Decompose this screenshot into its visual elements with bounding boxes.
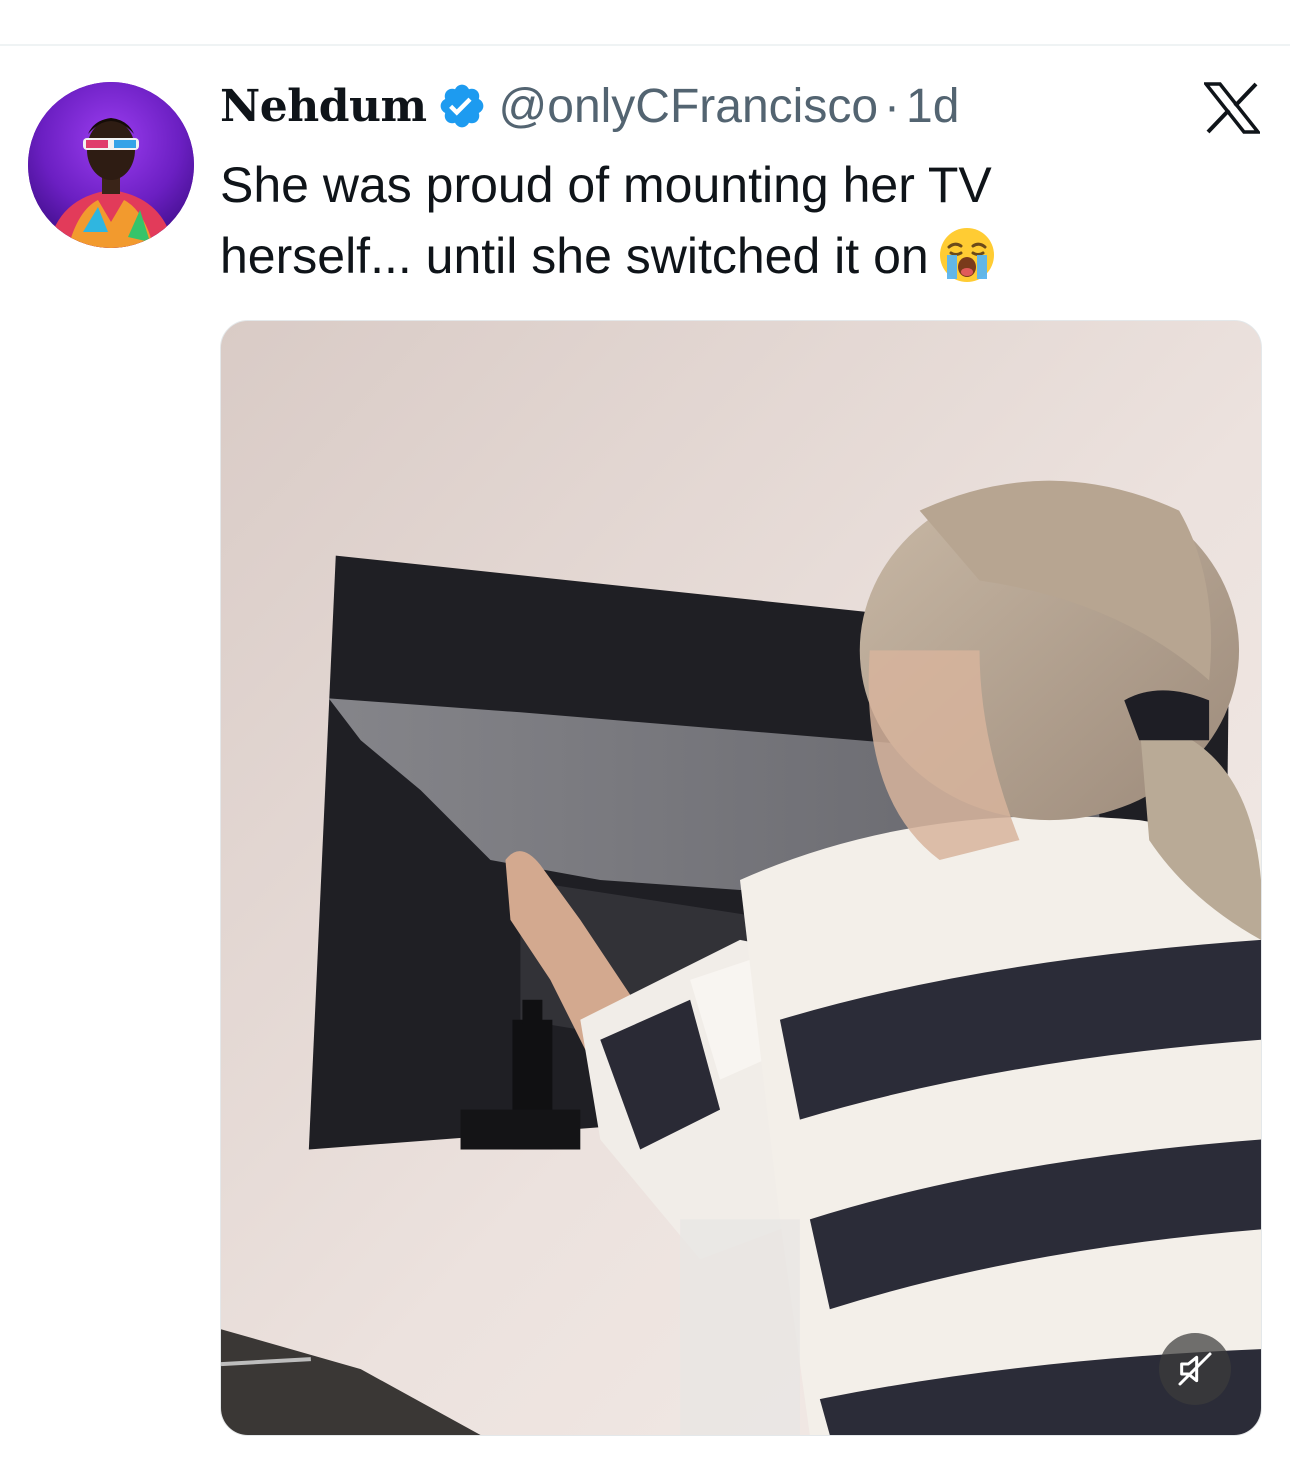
speaker-muted-icon <box>1178 1352 1212 1386</box>
separator-dot: · <box>884 79 900 133</box>
divider <box>0 44 1290 46</box>
avatar-image <box>28 82 194 248</box>
tweet-text-line: She was proud of mounting her TV <box>220 157 992 213</box>
author-handle[interactable]: @onlyCFrancisco <box>499 79 879 134</box>
x-logo-icon <box>1202 82 1262 134</box>
loudly-crying-face-icon <box>937 225 997 285</box>
video-frame <box>221 321 1261 1435</box>
avatar[interactable] <box>28 82 194 248</box>
author-display-name[interactable]: Nehdum <box>220 81 427 132</box>
tweet-video[interactable] <box>220 320 1262 1436</box>
tweet-text-segment: herself... until she switched it on <box>220 228 929 284</box>
verified-badge-icon <box>437 81 487 131</box>
tweet-screenshot: Nehdum @onlyCFrancisco · 1d She was prou… <box>0 0 1290 1461</box>
tweet-text-line: herself... until she switched it on <box>220 221 1220 292</box>
tweet-text: She was proud of mounting her TV herself… <box>220 150 1220 292</box>
mute-toggle-button[interactable] <box>1159 1333 1231 1405</box>
tweet-header: Nehdum @onlyCFrancisco · 1d <box>220 76 959 136</box>
timestamp[interactable]: 1d <box>906 79 959 134</box>
